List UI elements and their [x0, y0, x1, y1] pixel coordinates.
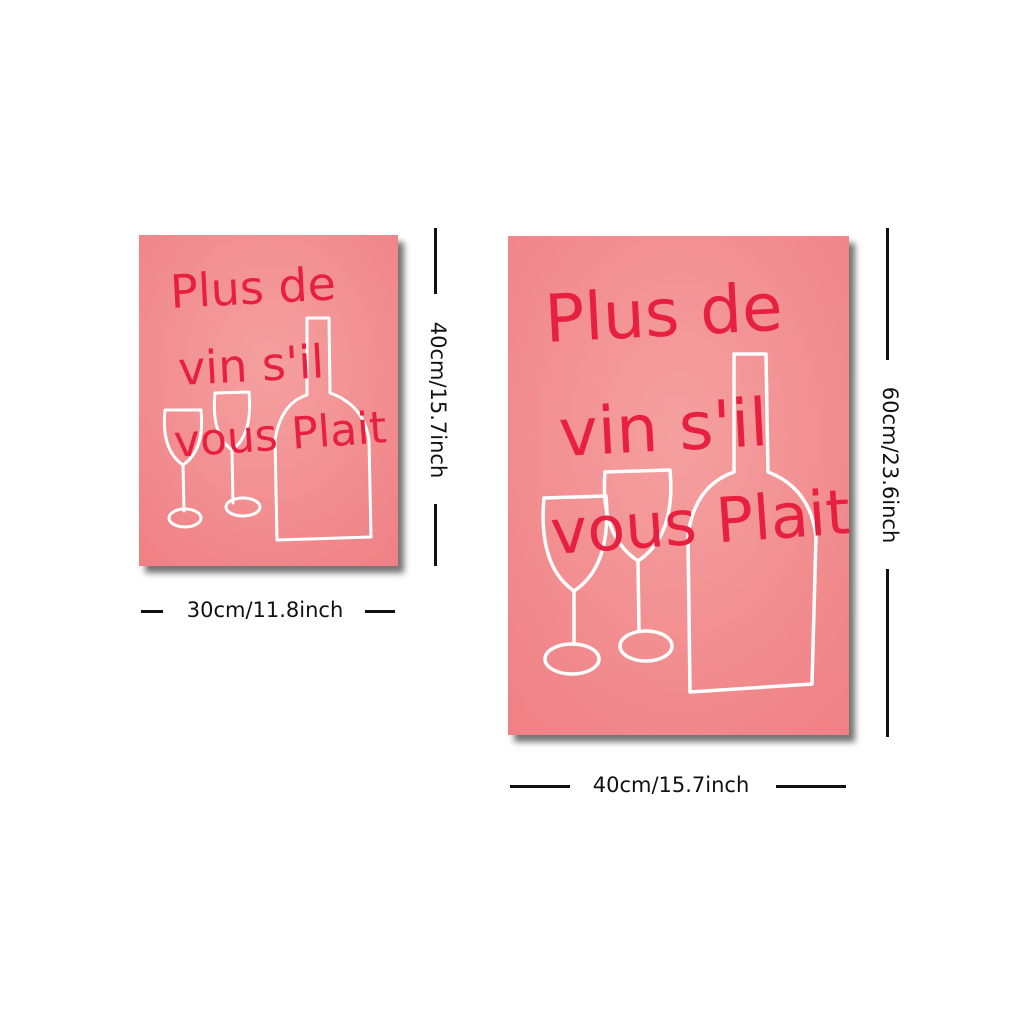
dimension-line	[365, 610, 395, 613]
poster-small-height-label: 40cm/15.7inch	[426, 321, 450, 479]
poster-large-height-label: 60cm/23.6inch	[878, 386, 902, 544]
poster-small-width-label: 30cm/11.8inch	[186, 598, 344, 622]
poster-large-line-2: vin s'il	[557, 384, 770, 472]
dimension-line	[434, 228, 437, 294]
poster-large-width-label: 40cm/15.7inch	[592, 773, 750, 797]
dimension-line	[510, 785, 570, 788]
poster-large-art: Plus de vin s'il vous Plait	[508, 236, 849, 735]
poster-small-art: Plus de vin s'il vous Plait	[139, 235, 398, 566]
poster-large: Plus de vin s'il vous Plait	[508, 236, 849, 735]
poster-small-line-1: Plus de	[169, 256, 337, 319]
dimension-line	[776, 785, 846, 788]
poster-small-line-2: vin s'il	[177, 334, 326, 396]
poster-large-line-1: Plus de	[543, 269, 785, 358]
dimension-line	[886, 569, 889, 737]
poster-small: Plus de vin s'il vous Plait	[139, 235, 398, 566]
dimension-line	[141, 610, 163, 613]
dimension-line	[886, 228, 889, 360]
dimension-line	[434, 504, 437, 566]
